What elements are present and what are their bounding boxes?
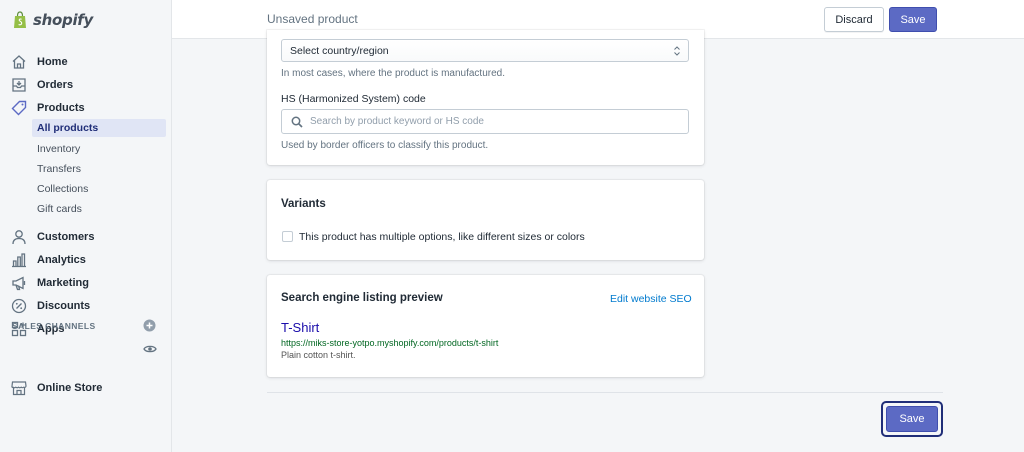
shopify-bag-icon [14, 10, 26, 28]
sidebar-item-home[interactable]: Home [0, 52, 172, 72]
search-icon [291, 116, 303, 128]
seo-preview-url: https://miks-store-yotpo.myshopify.com/p… [281, 338, 499, 348]
bar-chart-icon [11, 252, 27, 268]
sidebar-item-online-store[interactable]: Online Store [0, 378, 172, 398]
sidebar-subitem-collections[interactable]: Collections [32, 180, 166, 198]
sidebar-subitem-gift-cards[interactable]: Gift cards [32, 200, 166, 218]
sidebar-item-customers[interactable]: Customers [0, 227, 172, 247]
hs-code-search-input[interactable] [310, 114, 680, 129]
sidebar-item-label: Products [37, 102, 85, 114]
sidebar-subitem-all-products[interactable]: All products [32, 119, 166, 137]
select-arrows-icon [674, 46, 680, 56]
seo-preview-title: Search engine listing preview [281, 292, 443, 304]
seo-preview-page-title: T-Shirt [281, 320, 320, 335]
save-button-bottom[interactable]: Save [886, 406, 938, 432]
add-channel-plus-icon[interactable] [143, 319, 156, 332]
hs-code-label: HS (Harmonized System) code [281, 93, 426, 105]
page-title: Unsaved product [267, 12, 358, 26]
sidebar-subitem-inventory[interactable]: Inventory [32, 140, 166, 158]
sidebar-subitem-transfers[interactable]: Transfers [32, 160, 166, 178]
sidebar-item-analytics[interactable]: Analytics [0, 250, 172, 270]
orders-icon [11, 77, 27, 93]
sidebar-item-orders[interactable]: Orders [0, 75, 172, 95]
store-icon [11, 380, 27, 396]
discount-icon [11, 298, 27, 314]
variants-title: Variants [281, 198, 326, 210]
country-help-text: In most cases, where the product is manu… [281, 68, 505, 79]
country-region-select[interactable]: Select country/region [281, 39, 689, 62]
variants-card [267, 180, 704, 260]
sidebar-item-label: Orders [37, 79, 74, 91]
seo-preview-description: Plain cotton t-shirt. [281, 350, 356, 360]
multiple-options-label[interactable]: This product has multiple options, like … [299, 231, 585, 243]
page-actions-divider [267, 392, 943, 393]
logo[interactable]: shopify [0, 0, 172, 39]
person-icon [11, 229, 27, 245]
edit-website-seo-link[interactable]: Edit website SEO [610, 293, 692, 305]
sidebar-item-label: Discounts [37, 300, 91, 312]
sidebar-item-products[interactable]: Products [0, 98, 172, 118]
megaphone-icon [11, 275, 27, 291]
multiple-options-checkbox[interactable] [282, 231, 293, 242]
sidebar-item-label: Online Store [37, 382, 103, 394]
sidebar-item-marketing[interactable]: Marketing [0, 273, 172, 293]
discard-button[interactable]: Discard [824, 7, 884, 32]
hs-code-search-field[interactable] [281, 109, 689, 134]
save-button-top[interactable]: Save [889, 7, 937, 32]
tag-icon [11, 100, 27, 116]
hs-help-text: Used by border officers to classify this… [281, 140, 489, 151]
home-icon [11, 54, 27, 70]
eye-icon[interactable] [143, 343, 157, 355]
seo-preview-card [267, 275, 704, 377]
country-region-select-value: Select country/region [290, 44, 389, 57]
sidebar-item-label: Customers [37, 231, 95, 243]
sales-channels-header: SALES CHANNELS [12, 321, 96, 331]
logo-text: shopify [33, 10, 93, 29]
sidebar-item-label: Home [37, 56, 68, 68]
sidebar-item-discounts[interactable]: Discounts [0, 296, 172, 316]
sidebar-item-label: Analytics [37, 254, 86, 266]
sidebar-item-label: Marketing [37, 277, 89, 289]
